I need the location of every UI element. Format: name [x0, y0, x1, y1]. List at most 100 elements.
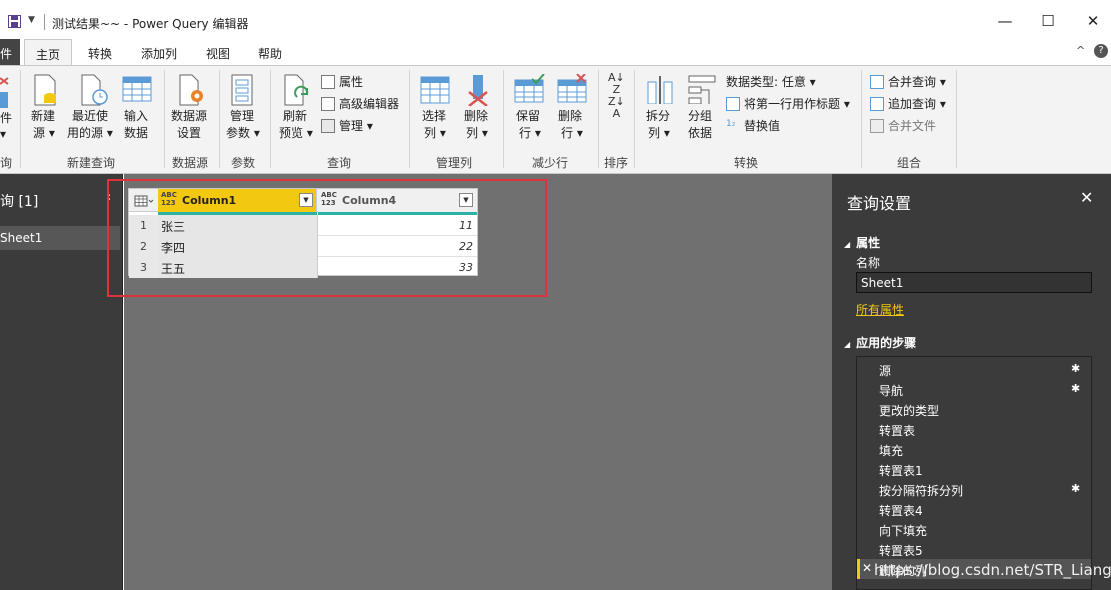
data-type-dropdown[interactable]: 数据类型: 任意 ▾: [726, 73, 816, 90]
keep-rows-label1[interactable]: 保留: [516, 108, 540, 125]
keep-rows-icon[interactable]: [514, 74, 546, 104]
remove-columns-label2[interactable]: 列 ▾: [466, 125, 488, 142]
step-filled[interactable]: 填充: [857, 439, 1091, 459]
split-column-icon[interactable]: [645, 74, 675, 104]
help-icon[interactable]: ?: [1094, 44, 1108, 58]
append-queries-button[interactable]: 追加查询 ▾: [870, 95, 946, 112]
enter-data-icon[interactable]: [122, 76, 152, 102]
new-source-label1[interactable]: 新建: [31, 108, 55, 125]
combine-files-icon: [870, 118, 884, 133]
quick-access-dropdown-icon[interactable]: ▼: [28, 15, 35, 25]
group-label-new-query: 新建查询: [67, 156, 116, 170]
collapse-ribbon-icon[interactable]: ^: [1076, 44, 1085, 57]
tab-file[interactable]: 件: [0, 39, 20, 65]
step-filled-down[interactable]: 向下填充: [857, 519, 1091, 539]
recent-sources-label1[interactable]: 最近使: [72, 108, 108, 125]
applied-steps-list: 源 ✱ 导航 ✱ 更改的类型 转置表 填充 转置表1 按分隔符拆分列 ✱ 转置表4 向…: [856, 356, 1092, 590]
remove-columns-icon[interactable]: [465, 74, 491, 106]
step-transposed-table1[interactable]: 转置表1: [857, 459, 1091, 479]
new-source-label2[interactable]: 源 ▾: [33, 125, 55, 142]
split-column-label2[interactable]: 列 ▾: [648, 125, 670, 142]
refresh-preview-label2[interactable]: 预览 ▾: [279, 125, 313, 142]
close-button[interactable]: ✕: [1083, 12, 1103, 30]
replace-values-icon: 1₂: [726, 118, 736, 129]
sort-descending-icon[interactable]: Z↓ A: [608, 96, 625, 120]
merge-queries-button[interactable]: 合并查询 ▾: [870, 73, 946, 90]
properties-button[interactable]: 属性: [321, 73, 363, 90]
step-transposed-table4[interactable]: 转置表4: [857, 499, 1091, 519]
remove-rows-label1[interactable]: 删除: [558, 108, 582, 125]
collapse-triangle-icon: ◢: [844, 240, 851, 249]
tab-help[interactable]: 帮助: [258, 39, 282, 65]
advanced-editor-button[interactable]: 高级编辑器: [321, 95, 399, 112]
group-label-reduce-rows: 减少行: [532, 156, 569, 170]
choose-columns-label2[interactable]: 列 ▾: [424, 125, 446, 142]
choose-columns-label1[interactable]: 选择: [422, 108, 446, 125]
manage-parameters-label2[interactable]: 参数 ▾: [226, 125, 260, 142]
all-properties-link[interactable]: 所有属性: [856, 301, 904, 318]
enter-data-label1[interactable]: 输入: [124, 108, 148, 125]
use-first-row-as-headers-button[interactable]: 将第一行用作标题 ▾: [726, 95, 850, 112]
refresh-preview-icon[interactable]: [283, 74, 313, 106]
group-label-sort: 排序: [604, 156, 629, 170]
combine-files-button[interactable]: 合并文件: [870, 117, 936, 134]
minimize-button[interactable]: —: [995, 12, 1015, 30]
datasource-settings-label2[interactable]: 设置: [177, 125, 201, 142]
partial-button-label1[interactable]: 件: [0, 110, 12, 127]
group-by-icon[interactable]: [687, 74, 717, 104]
new-source-icon[interactable]: [33, 74, 59, 106]
replace-values-button[interactable]: 1₂ 替换值: [726, 117, 780, 134]
step-split-column-by-delimiter[interactable]: 按分隔符拆分列 ✱: [857, 479, 1091, 499]
group-by-label1[interactable]: 分组: [688, 108, 712, 125]
refresh-preview-label1[interactable]: 刷新: [283, 108, 307, 125]
partial-button-label2[interactable]: ▾: [0, 126, 6, 143]
group-by-label2[interactable]: 依据: [688, 125, 712, 142]
gear-icon[interactable]: ✱: [1071, 482, 1080, 495]
enter-data-label2[interactable]: 数据: [124, 125, 148, 142]
group-label-partial: 询: [0, 156, 13, 170]
collapse-triangle-icon: ◢: [844, 340, 851, 349]
group-label-params: 参数: [231, 156, 256, 170]
save-icon[interactable]: [8, 15, 21, 28]
keep-rows-label2[interactable]: 行 ▾: [519, 125, 541, 142]
manage-button[interactable]: 管理 ▾: [321, 117, 373, 134]
split-column-label1[interactable]: 拆分: [646, 108, 670, 125]
datasource-settings-label1[interactable]: 数据源: [171, 108, 207, 125]
group-label-transform: 转换: [734, 156, 759, 170]
group-label-datasource: 数据源: [172, 156, 209, 170]
query-name-input[interactable]: Sheet1: [856, 272, 1092, 293]
step-transposed-table[interactable]: 转置表: [857, 419, 1091, 439]
query-item-sheet1[interactable]: Sheet1: [0, 226, 120, 250]
manage-parameters-label1[interactable]: 管理: [230, 108, 254, 125]
queries-pane: 询 [1] ‹ Sheet1: [0, 174, 123, 590]
recent-sources-label2[interactable]: 用的源 ▾: [67, 125, 113, 142]
datasource-settings-icon[interactable]: [178, 74, 206, 106]
ribbon: 件 ▾ 询 新建 源 ▾ 最近使 用的源 ▾ 输入 数据 新建查询 数据源 设置…: [0, 65, 1111, 174]
gear-icon[interactable]: ✱: [1071, 362, 1080, 375]
close-settings-icon[interactable]: ✕: [1080, 188, 1093, 207]
recent-sources-icon[interactable]: [80, 74, 110, 106]
remove-rows-icon[interactable]: [557, 74, 589, 104]
step-changed-type[interactable]: 更改的类型: [857, 399, 1091, 419]
step-transposed-table5[interactable]: 转置表5: [857, 539, 1091, 559]
choose-columns-icon[interactable]: [420, 76, 450, 104]
gear-icon[interactable]: ✱: [1071, 382, 1080, 395]
maximize-button[interactable]: ☐: [1038, 12, 1058, 30]
applied-steps-section-header[interactable]: ◢ 应用的步骤: [844, 334, 916, 351]
query-settings-title: 查询设置: [847, 194, 912, 213]
delete-step-icon[interactable]: ✕: [862, 561, 872, 575]
merge-queries-icon: [870, 74, 884, 89]
step-navigation[interactable]: 导航 ✱: [857, 379, 1091, 399]
remove-columns-label1[interactable]: 删除: [464, 108, 488, 125]
tab-home[interactable]: 主页: [24, 39, 72, 65]
tab-transform[interactable]: 转换: [88, 39, 112, 65]
remove-rows-label2[interactable]: 行 ▾: [561, 125, 583, 142]
step-source[interactable]: 源 ✱: [857, 359, 1091, 379]
properties-icon: [321, 74, 335, 89]
manage-parameters-icon[interactable]: [231, 74, 253, 106]
sort-ascending-icon[interactable]: A↓ Z: [608, 72, 625, 96]
properties-section-header[interactable]: ◢ 属性: [844, 234, 880, 251]
group-label-query: 查询: [327, 156, 352, 170]
tab-view[interactable]: 视图: [206, 39, 230, 65]
tab-add-column[interactable]: 添加列: [141, 39, 177, 65]
